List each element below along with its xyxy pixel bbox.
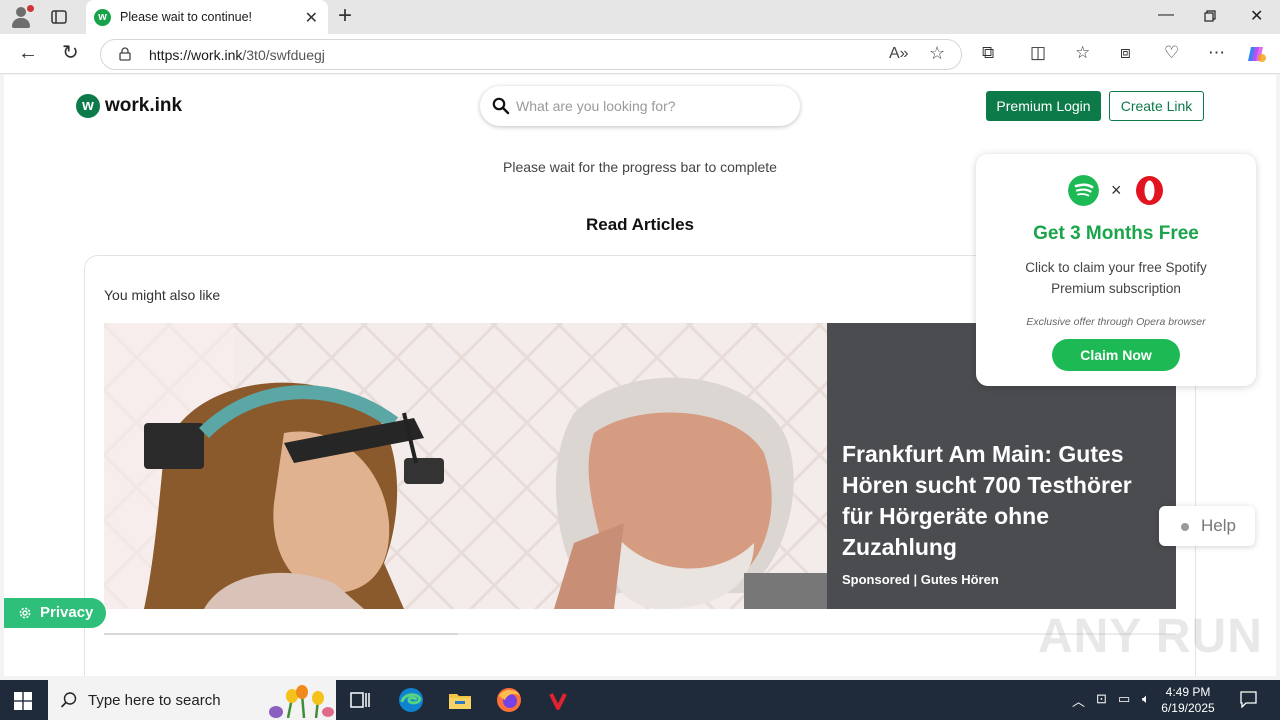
read-aloud-icon[interactable]: A»: [889, 45, 909, 63]
favorites-icon[interactable]: ☆: [1075, 43, 1090, 63]
promo-exclusive-note: Exclusive offer through Opera browser: [1026, 316, 1206, 328]
help-label: Help: [1201, 516, 1236, 535]
taskbar-search-box[interactable]: Type here to search: [48, 680, 336, 720]
browser-essentials-icon[interactable]: ♡: [1164, 43, 1179, 63]
task-view-icon[interactable]: [346, 686, 374, 714]
premium-login-button[interactable]: Premium Login: [986, 91, 1101, 121]
profile-avatar-icon[interactable]: [8, 4, 34, 30]
progress-bar: [104, 633, 1176, 635]
notification-center-icon[interactable]: [1240, 691, 1257, 708]
back-arrow-icon[interactable]: ←: [18, 42, 38, 64]
article-image[interactable]: [104, 323, 827, 609]
site-search-box[interactable]: [480, 86, 800, 126]
window-close-icon[interactable]: ✕: [1250, 6, 1263, 26]
meet-now-icon[interactable]: ⊡: [1096, 691, 1107, 707]
you-might-also-like-label: You might also like: [104, 287, 221, 303]
spotify-promo-popup[interactable]: × Get 3 Months Free Click to claim your …: [976, 154, 1256, 386]
taskbar-search-placeholder: Type here to search: [88, 692, 221, 709]
url-path: /3t0/swfduegj: [242, 47, 325, 63]
progress-bar-fill: [104, 633, 458, 635]
gear-icon: [19, 607, 31, 619]
refresh-icon[interactable]: ↻: [62, 42, 79, 64]
spotify-logo-icon: [1068, 175, 1099, 206]
anyrun-watermark: ANY RUN: [1038, 610, 1263, 663]
workink-favicon-icon: w: [94, 9, 111, 26]
web-page: w work.ink Premium Login Create Link Ple…: [4, 75, 1276, 676]
help-status-dot: [1181, 523, 1189, 531]
system-clock[interactable]: 4:49 PM 6/19/2025: [1158, 684, 1218, 716]
volume-icon[interactable]: 🔈︎: [1142, 691, 1150, 707]
restore-icon[interactable]: [1204, 10, 1216, 22]
tab-close-icon[interactable]: ✕: [305, 8, 318, 28]
clock-time: 4:49 PM: [1165, 685, 1211, 699]
search-icon: [492, 97, 510, 115]
taskbar-search-icon: [60, 692, 77, 708]
site-info-lock-icon[interactable]: [119, 47, 131, 61]
more-options-icon[interactable]: ⋯: [1208, 43, 1225, 63]
copilot-icon[interactable]: [1246, 43, 1268, 65]
minimize-icon[interactable]: —: [1158, 6, 1174, 24]
create-link-button[interactable]: Create Link: [1109, 91, 1204, 121]
sponsored-label: Sponsored | Gutes Hören: [842, 572, 999, 587]
favorite-star-icon[interactable]: ☆: [929, 43, 945, 64]
file-explorer-icon[interactable]: [446, 686, 474, 714]
edge-taskbar-icon[interactable]: [397, 686, 425, 714]
vivaldi-taskbar-icon[interactable]: [544, 686, 572, 714]
tab-actions-icon[interactable]: [50, 8, 68, 26]
split-screen-icon[interactable]: ◫: [1030, 43, 1046, 63]
network-icon[interactable]: ▭: [1118, 691, 1130, 707]
windows-taskbar: Type here to search ︿ ⊡ ▭ 🔈︎ 4:49 PM 6/1…: [0, 680, 1280, 720]
workink-logo[interactable]: w work.ink: [76, 94, 182, 118]
windows-start-icon[interactable]: [14, 692, 32, 710]
url-text[interactable]: https://work.ink/3t0/swfduegj: [149, 47, 325, 63]
new-tab-icon[interactable]: +: [338, 4, 352, 28]
url-host: https://work.ink: [149, 47, 243, 63]
browser-toolbar: ← ↻ https://work.ink/3t0/swfduegj A» ☆ ⧉…: [0, 34, 1280, 74]
promo-description: Click to claim your free Spotify Premium…: [1025, 260, 1207, 296]
active-tab[interactable]: w Please wait to continue! ✕: [86, 0, 328, 34]
promo-headline: Get 3 Months Free: [1033, 223, 1199, 244]
article-headline[interactable]: Frankfurt Am Main: Gutes Hören sucht 700…: [842, 439, 1167, 563]
clock-date: 6/19/2025: [1161, 701, 1215, 715]
extensions-puzzle-icon[interactable]: ⧉: [982, 43, 994, 63]
logo-text: work.ink: [105, 95, 183, 116]
tab-title: Please wait to continue!: [120, 10, 253, 24]
show-hidden-icons-icon[interactable]: ︿: [1072, 691, 1085, 710]
help-button[interactable]: Help: [1159, 506, 1255, 546]
collections-icon[interactable]: ⧈: [1120, 43, 1131, 63]
opera-logo-icon: [1136, 176, 1163, 205]
search-input[interactable]: [516, 95, 786, 117]
firefox-icon[interactable]: [495, 686, 523, 714]
claim-now-button[interactable]: Claim Now: [1052, 339, 1180, 371]
browser-tab-bar: w Please wait to continue! ✕ + — ✕: [0, 0, 1280, 34]
privacy-button[interactable]: Privacy: [4, 598, 106, 628]
privacy-label: Privacy: [40, 604, 94, 621]
times-symbol: ×: [1111, 180, 1122, 200]
flowers-decoration-icon: [269, 685, 334, 718]
logo-mark-icon: w: [76, 94, 100, 118]
address-bar[interactable]: https://work.ink/3t0/swfduegj A» ☆: [100, 39, 962, 70]
